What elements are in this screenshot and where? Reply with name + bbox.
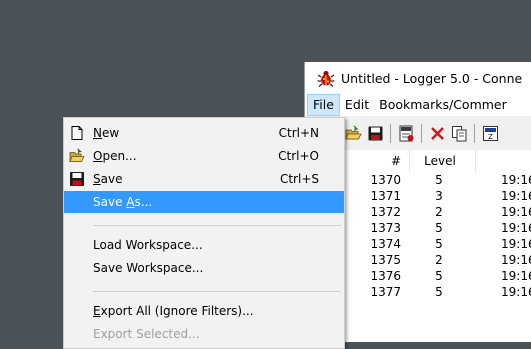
- bug-app-icon: [317, 70, 335, 87]
- row-number: 1374: [370, 237, 401, 251]
- menu-file[interactable]: File: [307, 94, 340, 116]
- row-number: 1371: [370, 189, 401, 203]
- file-menu-dropdown: New Ctrl+N Open... Ctrl+O Save Ctrl+S Sa…: [63, 117, 345, 349]
- menu-item-export-all[interactable]: Export All (Ignore Filters)...: [64, 300, 344, 322]
- menu-bookmarks[interactable]: Bookmarks/Commer: [374, 94, 512, 116]
- shortcut-text: Ctrl+N: [278, 126, 319, 140]
- row-level: 5: [435, 237, 443, 251]
- open-folder-icon: [69, 148, 85, 164]
- menu-item-load-workspace[interactable]: Load Workspace...: [64, 234, 344, 256]
- toolbar-separator: [474, 124, 475, 143]
- toolbar-separator: [390, 124, 391, 143]
- save-disk-icon[interactable]: [367, 125, 384, 142]
- row-time: 19:16: [501, 237, 531, 251]
- save-disk-icon: [69, 171, 85, 187]
- row-level: 2: [435, 205, 443, 219]
- column-header-level[interactable]: Level: [419, 150, 461, 172]
- row-time: 19:16: [501, 189, 531, 203]
- column-header-number[interactable]: #: [345, 150, 401, 172]
- menu-item-new[interactable]: New Ctrl+N: [64, 122, 344, 144]
- menu-item-label: Load Workspace...: [93, 238, 203, 252]
- column-divider[interactable]: [409, 150, 410, 172]
- row-number: 1372: [370, 205, 401, 219]
- menu-item-label: Export Selected...: [93, 327, 200, 341]
- row-number: 1377: [370, 285, 401, 299]
- zoom-tool-icon[interactable]: Z: [482, 125, 499, 142]
- row-level: 5: [435, 285, 443, 299]
- row-number: 1375: [370, 253, 401, 267]
- menu-item-label: New: [93, 126, 120, 140]
- row-level: 5: [435, 173, 443, 187]
- window-title: Untitled - Logger 5.0 - Conne: [341, 70, 523, 86]
- row-time: 19:16: [501, 269, 531, 283]
- menu-item-label: Open...: [93, 149, 137, 163]
- column-divider[interactable]: [475, 150, 476, 172]
- row-level: 5: [435, 221, 443, 235]
- menu-item-label: Export All (Ignore Filters)...: [93, 304, 254, 318]
- row-number: 1373: [370, 221, 401, 235]
- title-bar[interactable]: Untitled - Logger 5.0 - Conne: [305, 62, 531, 94]
- new-file-icon: [69, 125, 85, 141]
- menu-item-open[interactable]: Open... Ctrl+O: [64, 145, 344, 167]
- menu-edit[interactable]: Edit: [340, 94, 374, 116]
- row-number: 1370: [370, 173, 401, 187]
- copy-icon[interactable]: [451, 125, 468, 142]
- toolbar-separator: [421, 124, 422, 143]
- menu-item-save[interactable]: Save Ctrl+S: [64, 168, 344, 190]
- menu-item-export-selected[interactable]: Export Selected...: [64, 323, 344, 345]
- row-time: 19:16: [501, 205, 531, 219]
- menu-item-save-workspace[interactable]: Save Workspace...: [64, 257, 344, 279]
- shortcut-text: Ctrl+S: [279, 172, 319, 186]
- menu-item-label: Save Workspace...: [93, 261, 204, 275]
- menu-separator: [93, 225, 341, 226]
- menu-separator: [93, 291, 341, 292]
- open-folder-icon[interactable]: [345, 125, 362, 142]
- log-config-icon[interactable]: [398, 125, 415, 142]
- svg-text:Z: Z: [488, 133, 493, 141]
- row-time: 19:16: [501, 285, 531, 299]
- row-level: 2: [435, 253, 443, 267]
- row-time: 19:16: [501, 253, 531, 267]
- row-level: 5: [435, 269, 443, 283]
- menu-bar: File Edit Bookmarks/Commer: [305, 94, 531, 116]
- menu-item-label: Save: [93, 172, 123, 186]
- row-number: 1376: [370, 269, 401, 283]
- shortcut-text: Ctrl+O: [278, 149, 319, 163]
- row-time: 19:16: [501, 221, 531, 235]
- row-level: 3: [435, 189, 443, 203]
- menu-item-label: Save As...: [93, 195, 153, 209]
- menu-item-save-as[interactable]: Save As...: [64, 191, 344, 213]
- delete-x-icon[interactable]: [429, 125, 446, 142]
- row-time: 19:16: [501, 173, 531, 187]
